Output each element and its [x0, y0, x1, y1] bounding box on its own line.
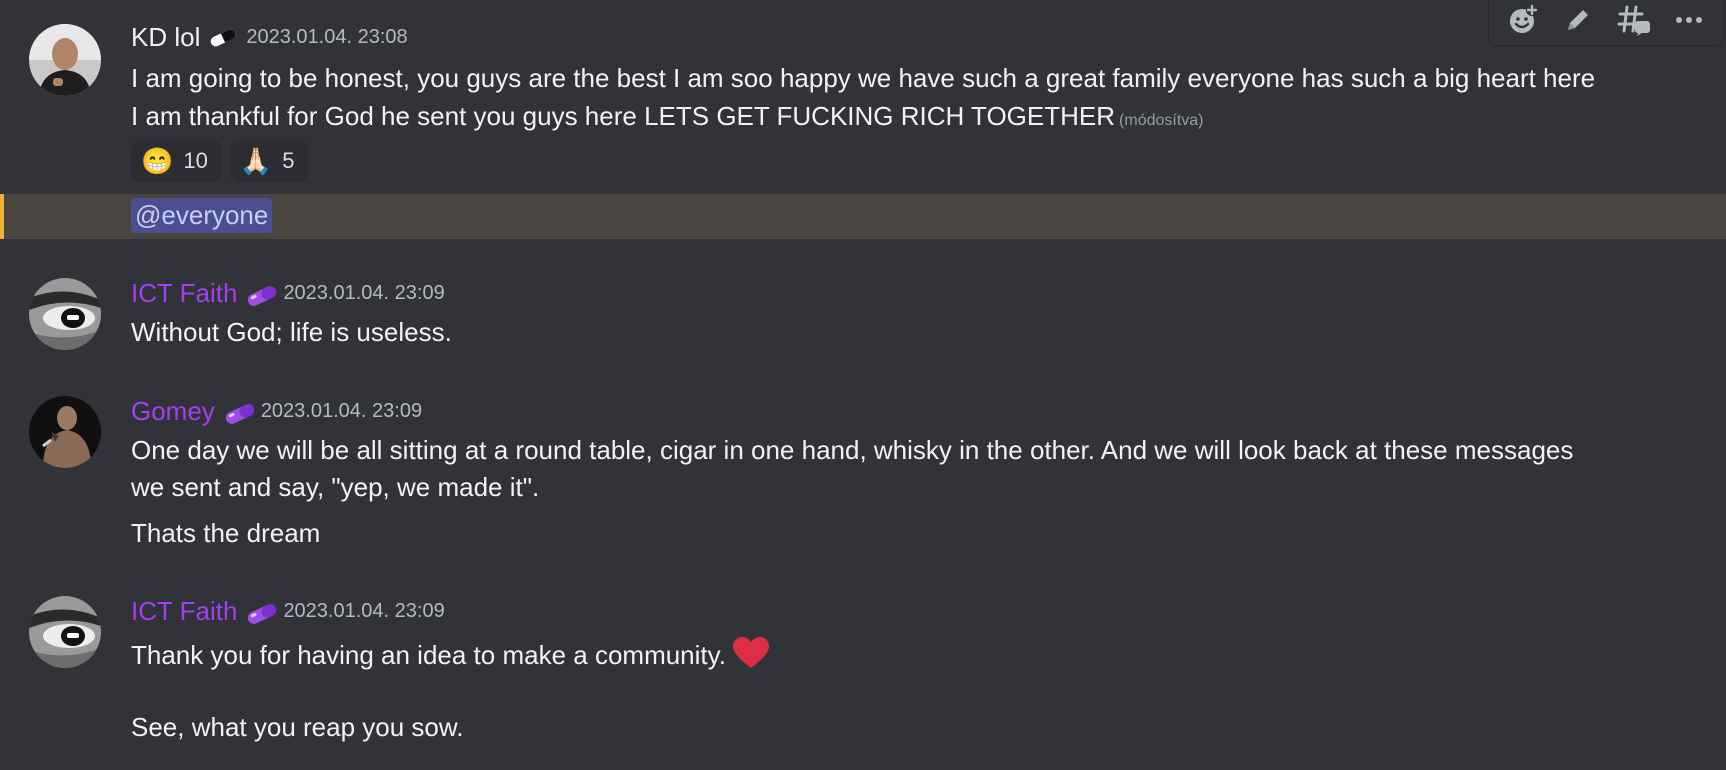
message-text-line: See, what you reap you sow.: [131, 712, 464, 742]
chat-messages: KD lol 2023.01.04. 23:08 I am going to b…: [0, 0, 1726, 770]
message-gomey[interactable]: Gomey 2023.01.04. 23:09 One day we will …: [0, 388, 1726, 558]
message-header: KD lol 2023.01.04. 23:08: [131, 22, 408, 53]
message-text: Thank you for having an idea to make a c…: [131, 640, 726, 670]
edit-icon[interactable]: [1558, 0, 1598, 40]
avatar-ict-faith[interactable]: [29, 596, 101, 668]
edited-label: (módosítva): [1119, 112, 1204, 129]
heart-emoji-icon: [732, 636, 770, 677]
pill-badge-icon[interactable]: [208, 28, 238, 48]
reactions: 😁 10 🙏🏻 5: [131, 140, 309, 182]
mention-everyone[interactable]: @everyone: [131, 198, 273, 233]
avatar-ict-faith[interactable]: [29, 278, 101, 350]
pill-badge-icon[interactable]: [245, 284, 277, 306]
timestamp[interactable]: 2023.01.04. 23:09: [283, 282, 444, 305]
username[interactable]: ICT Faith: [131, 596, 237, 627]
add-reaction-icon[interactable]: [1503, 0, 1543, 40]
message-header: Gomey 2023.01.04. 23:09: [131, 396, 422, 427]
avatar-gomey[interactable]: [29, 396, 101, 468]
message-text-line: Thank you for having an idea to make a c…: [131, 636, 770, 677]
more-icon[interactable]: [1669, 0, 1709, 40]
pray-emoji: 🙏🏻: [239, 146, 273, 176]
avatar-kd-lol[interactable]: [29, 24, 101, 96]
username[interactable]: ICT Faith: [131, 278, 237, 309]
pill-badge-icon[interactable]: [223, 402, 254, 424]
message-text-line: I am thankful for God he sent you guys h…: [131, 101, 1204, 132]
message-text-line: Thats the dream: [131, 518, 321, 548]
message-text-line: we sent and say, "yep, we made it".: [131, 472, 540, 502]
reaction-pray[interactable]: 🙏🏻 5: [229, 140, 309, 182]
timestamp[interactable]: 2023.01.04. 23:09: [261, 400, 422, 423]
message-header: ICT Faith 2023.01.04. 23:09: [131, 596, 445, 627]
message-text-line: One day we will be all sitting at a roun…: [131, 435, 1574, 465]
username[interactable]: KD lol: [131, 22, 200, 53]
timestamp[interactable]: 2023.01.04. 23:09: [283, 600, 444, 623]
message-ict-faith-2[interactable]: ICT Faith 2023.01.04. 23:09 Thank you fo…: [0, 588, 1726, 770]
mention-highlight: @everyone: [0, 194, 1726, 239]
timestamp[interactable]: 2023.01.04. 23:08: [246, 26, 407, 49]
message-text-line: I am going to be honest, you guys are th…: [131, 63, 1596, 93]
pill-badge-icon[interactable]: [245, 602, 277, 624]
reaction-count: 10: [183, 148, 208, 173]
message-kd-lol[interactable]: KD lol 2023.01.04. 23:08 I am going to b…: [0, 0, 1726, 240]
reaction-count: 5: [282, 148, 295, 173]
grin-emoji: 😁: [141, 146, 174, 176]
message-ict-faith[interactable]: ICT Faith 2023.01.04. 23:09 Without God;…: [0, 270, 1726, 360]
create-thread-icon[interactable]: [1614, 0, 1654, 40]
message-header: ICT Faith 2023.01.04. 23:09: [131, 278, 445, 309]
username[interactable]: Gomey: [131, 396, 215, 427]
message-text: I am thankful for God he sent you guys h…: [131, 101, 1116, 131]
message-toolbar: [1488, 0, 1724, 46]
reaction-grin[interactable]: 😁 10: [131, 140, 222, 182]
message-text-line: Without God; life is useless.: [131, 317, 452, 347]
